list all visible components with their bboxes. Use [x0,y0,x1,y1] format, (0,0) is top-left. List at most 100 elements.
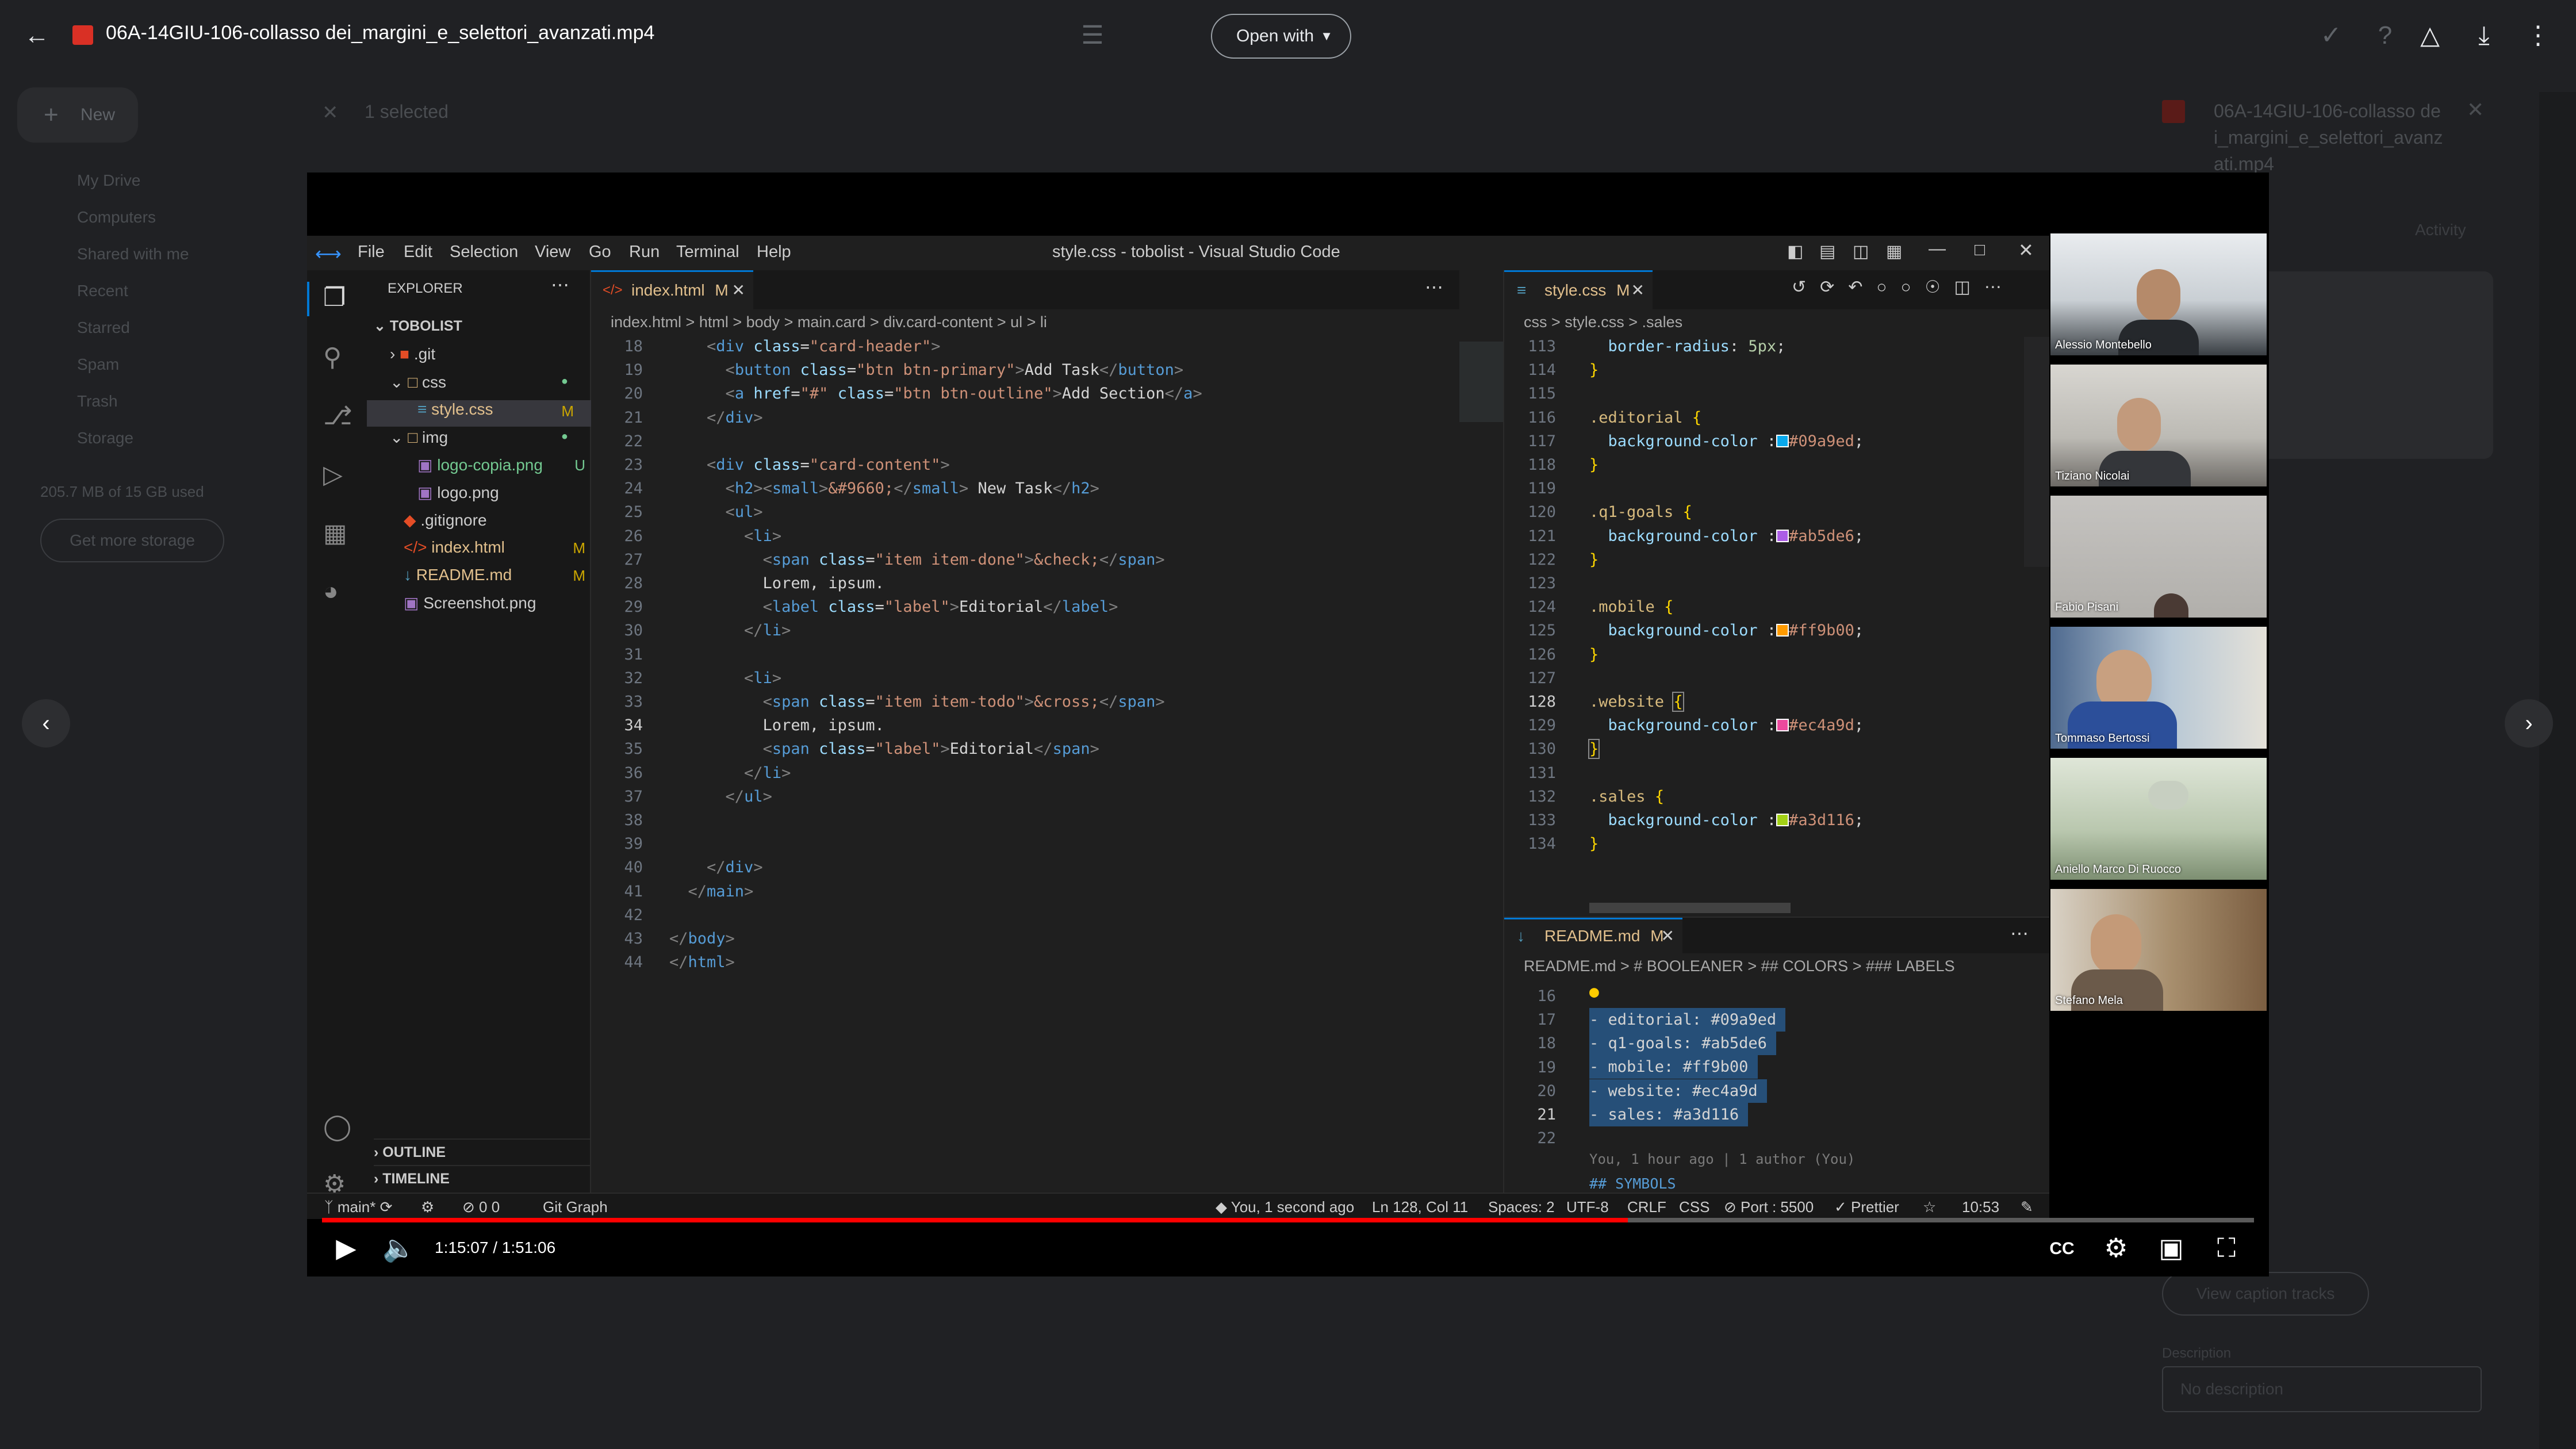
toggle-secondary-icon[interactable]: ◫ [1853,241,1869,262]
code-area[interactable]: 16 17 18 19 20 21 22 ● - editorial: #09a… [1504,984,2022,1191]
color-swatch-sales[interactable] [1776,814,1789,827]
toggle-sidebar-icon[interactable]: ◧ [1787,241,1803,262]
branch-indicator[interactable]: ᛉ main* ⟳ [324,1198,392,1216]
project-folder[interactable]: ⌄ TOBOLIST [374,317,462,335]
close-icon[interactable]: ✕ [2018,239,2034,261]
source-control-icon[interactable]: ⎇ [323,401,352,431]
prettier-status[interactable]: ✓ Prettier [1834,1198,1899,1216]
next-file-arrow[interactable]: › [2505,699,2553,747]
add-to-drive-icon[interactable]: △ [2413,18,2447,53]
timeline-section[interactable]: › TIMELINE [374,1165,591,1187]
error-icon: ⊘ [462,1198,475,1216]
menu-edit[interactable]: Edit [404,243,432,262]
outline-section[interactable]: › OUTLINE [374,1138,591,1161]
git-graph-icon[interactable]: ◕ [323,577,339,606]
menu-view[interactable]: View [535,243,570,262]
minimap-slider[interactable] [1459,342,1505,422]
tree-item-readme[interactable]: ↓ README.md M [404,566,585,584]
minimap[interactable] [2024,337,2049,567]
editor-style-css[interactable]: ≡ style.css M ✕ ↺⟳↶○○☉◫⋯ css > style.css… [1504,270,2049,917]
publish-icon[interactable]: ⚙ [421,1198,434,1216]
color-swatch-mobile[interactable] [1776,624,1789,637]
help-icon[interactable]: ? [2368,18,2402,53]
editor-readme[interactable]: ↓ README.md M ✕ ⋯ README.md > # BOOLEANE… [1504,917,2049,1193]
menu-file[interactable]: File [358,243,385,262]
miniplayer-icon[interactable]: ▣ [2154,1230,2188,1265]
account-icon[interactable]: ◯ [323,1112,351,1141]
participant-face [2137,269,2180,322]
tree-item-gitignore[interactable]: ◆ .gitignore [404,511,585,530]
tree-item-index-html[interactable]: </> index.html M [404,538,585,557]
horizontal-scrollbar[interactable] [1589,903,1791,913]
download-icon[interactable]: ⤓ [2467,18,2501,53]
extensions-icon[interactable]: ▦ [323,519,347,548]
menu-selection[interactable]: Selection [450,243,518,262]
editor-actions[interactable]: ↺⟳↶○○☉◫⋯ [1792,277,2015,297]
settings-icon[interactable]: ⚙ [2099,1230,2133,1265]
toggle-panel-icon[interactable]: ▤ [1819,241,1835,262]
code-area[interactable]: 113 114 115 116 117 118 119 120 121 122 … [1504,335,2010,915]
tree-item-style-css[interactable]: ≡ style.css M [367,400,591,427]
color-swatch-website[interactable] [1776,719,1789,732]
tree-label: .gitignore [420,511,487,529]
lightbulb-icon[interactable]: ● [1589,984,1599,1001]
indentation[interactable]: Spaces: 2 [1488,1198,1555,1216]
progress-played [322,1218,1628,1222]
tab-readme[interactable]: ↓ README.md M ✕ [1504,918,1682,953]
menu-terminal[interactable]: Terminal [676,243,739,262]
volume-icon[interactable]: 🔈 [382,1230,416,1265]
notifications-icon[interactable]: ✎ [2021,1198,2033,1216]
tab-style-css[interactable]: ≡ style.css M ✕ [1504,270,1653,309]
prettier-label: Prettier [1851,1198,1899,1216]
tree-item-css[interactable]: ⌄ □ css ● [390,373,585,392]
line-ending[interactable]: CRLF [1627,1198,1666,1216]
menu-go[interactable]: Go [589,243,611,262]
sidebar-item-spam: Spam [77,355,120,373]
problems-indicator[interactable]: ⊘ 0 0 [462,1198,500,1216]
tree-item-logo-copia[interactable]: ▣ logo-copia.png U [417,455,585,474]
participant-tile: Stefano Mela [2050,889,2267,1011]
more-actions-icon[interactable]: ⋯ [2010,922,2029,944]
menu-help[interactable]: Help [757,243,791,262]
previous-file-arrow[interactable]: ‹ [22,699,70,747]
blame-status[interactable]: ◆ You, 1 second ago [1216,1198,1354,1216]
git-blame-lens[interactable]: You, 1 hour ago | 1 author (You) [1589,1151,1855,1167]
feedback-icon[interactable]: ☆ [1923,1198,1936,1216]
encoding[interactable]: UTF-8 [1566,1198,1609,1216]
fullscreen-icon[interactable]: ⛶ [2209,1230,2244,1265]
maximize-icon[interactable]: □ [1975,240,1985,260]
tree-item-img[interactable]: ⌄ □ img ● [390,428,585,447]
progress-bar[interactable] [322,1218,2254,1222]
code-area[interactable]: 18 19 20 21 22 23 24 25 26 27 28 29 30 3… [591,335,1419,1197]
search-icon[interactable]: ⚲ [323,343,342,372]
editor-index-html[interactable]: </> index.html M ✕ ⋯ index.html > html >… [591,270,1788,1193]
close-tab-icon[interactable]: ✕ [1631,272,1644,309]
tree-item-screenshot[interactable]: ▣ Screenshot.png [404,593,585,612]
more-actions-icon[interactable]: ⋯ [551,274,569,296]
git-graph-button[interactable]: Git Graph [543,1198,608,1216]
menu-run[interactable]: Run [629,243,660,262]
live-server-port[interactable]: ⊘ Port : 5500 [1724,1198,1814,1216]
tree-item-logo[interactable]: ▣ logo.png [417,483,585,502]
run-debug-icon[interactable]: ▷ [323,460,343,489]
layout-icon[interactable]: ▦ [1886,241,1902,262]
more-vert-icon[interactable]: ⋮ [2521,18,2555,53]
open-with-button[interactable]: Open with ▼ [1211,14,1351,59]
minimap-left[interactable] [1459,270,1505,1193]
explorer-icon[interactable]: ❐ [323,283,346,312]
color-swatch-editorial[interactable] [1776,434,1789,447]
close-tab-icon[interactable]: ✕ [1661,919,1674,953]
more-actions-icon[interactable]: ⋯ [1425,276,1443,298]
tab-index-html[interactable]: </> index.html M ✕ [591,270,753,309]
cursor-position[interactable]: Ln 128, Col 11 [1372,1198,1468,1216]
color-swatch-q1-goals[interactable] [1776,529,1789,542]
captions-icon[interactable]: CC [2045,1232,2079,1266]
git-badge: M [573,539,585,557]
minimize-icon[interactable]: — [1929,239,1946,259]
tree-item-git[interactable]: › ■ .git [390,345,585,363]
language-mode[interactable]: CSS [1679,1198,1709,1216]
play-icon[interactable]: ▶ [329,1230,363,1265]
back-arrow-icon[interactable]: ← [20,18,54,53]
check-circle-icon[interactable]: ✓ [2314,18,2348,53]
close-tab-icon[interactable]: ✕ [732,272,745,309]
